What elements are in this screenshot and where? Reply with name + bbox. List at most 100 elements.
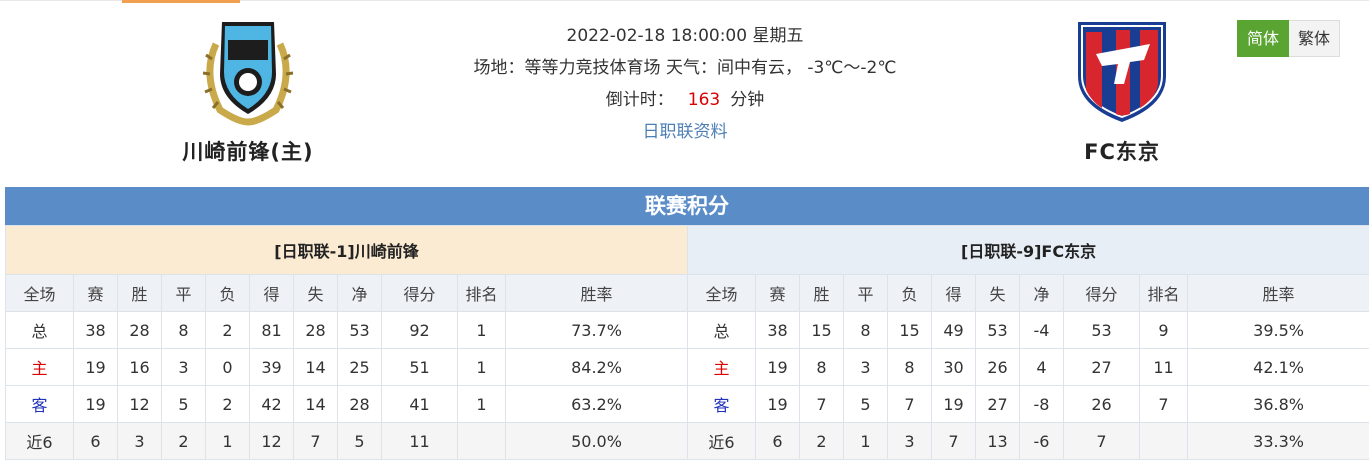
cell: 92 — [382, 312, 458, 349]
cell: 6 — [756, 423, 800, 460]
cell: 14 — [294, 386, 338, 423]
cell: 7 — [294, 423, 338, 460]
cell: 19 — [756, 386, 800, 423]
cell: 5 — [338, 423, 382, 460]
cell: 3 — [118, 423, 162, 460]
cell: 1 — [844, 423, 888, 460]
cell: 12 — [118, 386, 162, 423]
row-label: 客 — [688, 386, 756, 423]
cell: 30 — [932, 349, 976, 386]
col-header: 得分 — [1064, 275, 1140, 312]
table-row: 近6 6 2 1 3 7 13 -6 7 33.3% — [688, 423, 1369, 460]
col-header: 胜 — [800, 275, 844, 312]
cell: 42.1% — [1188, 349, 1369, 386]
language-toggle: 简体 繁体 — [1237, 20, 1340, 57]
cell: 11 — [1140, 349, 1188, 386]
away-standings-caption: [日职联-9]FC东京 — [688, 226, 1369, 275]
top-accent-bar — [122, 0, 240, 3]
col-header: 全场 — [688, 275, 756, 312]
cell: -4 — [1020, 312, 1064, 349]
col-header: 全场 — [6, 275, 74, 312]
cell: 33.3% — [1188, 423, 1369, 460]
cell: 1 — [458, 386, 506, 423]
col-header: 胜率 — [1188, 275, 1369, 312]
cell: 8 — [162, 312, 206, 349]
cell: 7 — [1064, 423, 1140, 460]
cell: 3 — [888, 423, 932, 460]
traditional-chinese-button[interactable]: 繁体 — [1289, 20, 1340, 57]
cell: 8 — [888, 349, 932, 386]
row-label: 主 — [6, 349, 74, 386]
cell: 81 — [250, 312, 294, 349]
cell: -6 — [1020, 423, 1064, 460]
cell: 63.2% — [506, 386, 688, 423]
cell: 28 — [118, 312, 162, 349]
cell: 15 — [888, 312, 932, 349]
cell: -8 — [1020, 386, 1064, 423]
row-label: 客 — [6, 386, 74, 423]
cell: 28 — [338, 386, 382, 423]
away-standings-table: [日职联-9]FC东京 全场 赛 胜 平 负 得 失 净 得分 排名 胜率 总 … — [687, 225, 1369, 460]
cell: 53 — [1064, 312, 1140, 349]
col-header: 赛 — [74, 275, 118, 312]
fc-tokyo-logo-icon — [1072, 14, 1172, 126]
standings-title: 联赛积分 — [5, 187, 1369, 225]
match-info: 2022-02-18 18:00:00 星期五 场地：等等力竞技体育场 天气：间… — [420, 22, 950, 150]
cell: 8 — [844, 312, 888, 349]
cell: 19 — [756, 349, 800, 386]
countdown-value: 163 — [688, 90, 720, 110]
cell: 9 — [1140, 312, 1188, 349]
cell: 7 — [888, 386, 932, 423]
cell: 39.5% — [1188, 312, 1369, 349]
cell: 53 — [976, 312, 1020, 349]
cell: 3 — [162, 349, 206, 386]
cell: 38 — [756, 312, 800, 349]
table-row: 总 38 15 8 15 49 53 -4 53 9 39.5% — [688, 312, 1369, 349]
cell — [458, 423, 506, 460]
cell: 26 — [1064, 386, 1140, 423]
countdown: 倒计时：163分钟 — [420, 86, 950, 118]
cell: 12 — [250, 423, 294, 460]
cell: 19 — [74, 349, 118, 386]
col-header: 失 — [976, 275, 1020, 312]
row-label: 总 — [6, 312, 74, 349]
cell: 5 — [844, 386, 888, 423]
cell: 28 — [294, 312, 338, 349]
table-row: 客 19 7 5 7 19 27 -8 26 7 36.8% — [688, 386, 1369, 423]
col-header: 排名 — [1140, 275, 1188, 312]
cell: 25 — [338, 349, 382, 386]
col-header: 赛 — [756, 275, 800, 312]
away-team[interactable]: FC东京 — [1022, 14, 1222, 166]
table-row: 客 19 12 5 2 42 14 28 41 1 63.2% — [6, 386, 688, 423]
col-header: 得分 — [382, 275, 458, 312]
col-header: 负 — [206, 275, 250, 312]
home-team-name: 川崎前锋(主) — [148, 136, 348, 166]
col-header: 净 — [338, 275, 382, 312]
cell: 19 — [932, 386, 976, 423]
cell: 11 — [382, 423, 458, 460]
cell: 7 — [932, 423, 976, 460]
col-header: 失 — [294, 275, 338, 312]
league-info-link[interactable]: 日职联资料 — [643, 122, 728, 142]
cell: 1 — [206, 423, 250, 460]
cell: 26 — [976, 349, 1020, 386]
cell: 13 — [976, 423, 1020, 460]
cell: 5 — [162, 386, 206, 423]
cell: 2 — [206, 386, 250, 423]
cell: 16 — [118, 349, 162, 386]
col-header: 负 — [888, 275, 932, 312]
col-header: 排名 — [458, 275, 506, 312]
cell: 36.8% — [1188, 386, 1369, 423]
cell: 0 — [206, 349, 250, 386]
cell: 84.2% — [506, 349, 688, 386]
col-header: 平 — [162, 275, 206, 312]
match-datetime: 2022-02-18 18:00:00 星期五 — [420, 22, 950, 54]
home-team[interactable]: 川崎前锋(主) — [148, 14, 348, 166]
table-row: 主 19 16 3 0 39 14 25 51 1 84.2% — [6, 349, 688, 386]
cell: 6 — [74, 423, 118, 460]
cell: 15 — [800, 312, 844, 349]
simplified-chinese-button[interactable]: 简体 — [1237, 20, 1289, 57]
cell: 3 — [844, 349, 888, 386]
cell: 53 — [338, 312, 382, 349]
cell: 41 — [382, 386, 458, 423]
